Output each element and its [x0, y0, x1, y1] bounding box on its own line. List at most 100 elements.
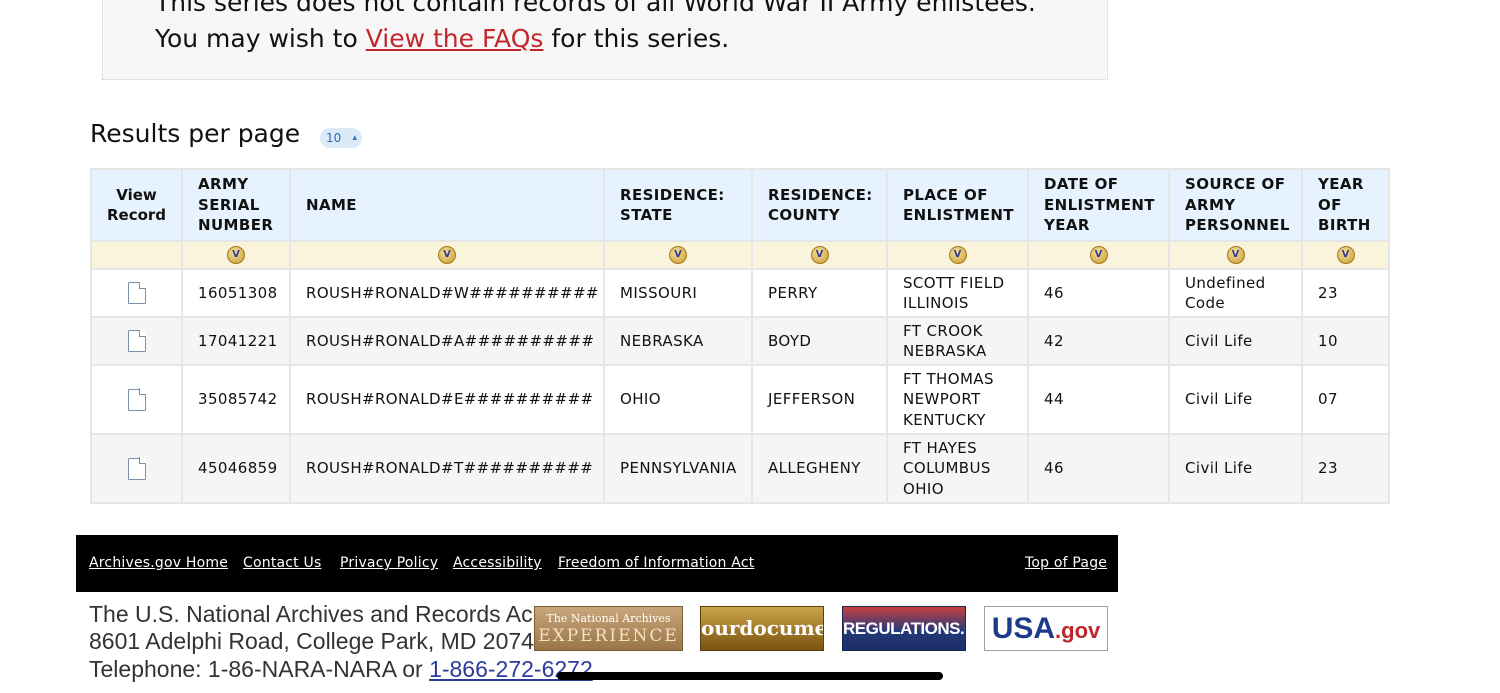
phone-prefix: Telephone: 1-86-NARA-NARA or [89, 656, 430, 682]
header-residence-state: RESIDENCE: STATE [603, 168, 753, 242]
usa-text: USA [991, 612, 1056, 645]
year-cell: 46 [1027, 268, 1170, 318]
results-per-page-select[interactable]: 10 ▴ [320, 128, 362, 148]
place-line: FT THOMAS [903, 369, 994, 388]
view-record-cell [90, 268, 183, 318]
home-indicator-bar [557, 672, 943, 680]
place-cell: SCOTT FIELD ILLINOIS [886, 268, 1029, 318]
year-cell: 44 [1027, 364, 1170, 435]
up-down-chevron-icon: ▴ [352, 133, 357, 143]
county-cell: JEFFERSON [751, 364, 888, 435]
sort-cell [1301, 240, 1390, 270]
sort-cell [1168, 240, 1303, 270]
source-cell: Undefined Code [1168, 268, 1303, 318]
county-cell: ALLEGHENY [751, 433, 888, 504]
address-phone: Telephone: 1-86-NARA-NARA or 1-866-272-6… [89, 656, 593, 683]
sort-cell [886, 240, 1029, 270]
view-record-cell [90, 433, 183, 504]
experience-small-text: The National Archives [546, 612, 671, 625]
name-cell: ROUSH#RONALD#E########## [289, 364, 605, 435]
header-view-record: View Record [90, 168, 183, 242]
document-icon[interactable] [127, 457, 146, 480]
state-cell: PENNSYLVANIA [603, 433, 753, 504]
notice-line-2: You may wish to View the FAQs for this s… [155, 21, 729, 57]
sort-cell-empty [90, 240, 183, 270]
our-documents-badge[interactable]: ourdocuments [700, 606, 824, 651]
source-line: Undefined [1185, 273, 1266, 292]
place-line: KENTUCKY [903, 410, 986, 429]
address-street: 8601 Adelphi Road, College Park, MD 2074 [89, 628, 534, 654]
place-cell: FT HAYES COLUMBUS OHIO [886, 433, 1029, 504]
birth-cell: 23 [1301, 268, 1390, 318]
our-documents-text: ourdocuments [701, 616, 824, 640]
place-line: SCOTT FIELD [903, 273, 1005, 292]
sort-cell [181, 240, 291, 270]
sort-cell [603, 240, 753, 270]
document-icon[interactable] [127, 388, 146, 411]
header-residence-county: RESIDENCE: COUNTY [751, 168, 888, 242]
usa-gov-badge[interactable]: USA.gov [984, 606, 1108, 651]
name-cell: ROUSH#RONALD#T########## [289, 433, 605, 504]
footer-link-accessibility[interactable]: Accessibility [453, 554, 542, 572]
state-cell: OHIO [603, 364, 753, 435]
serial-cell: 17041221 [181, 316, 291, 366]
header-place-of-enlistment: PLACE OF ENLISTMENT [886, 168, 1029, 242]
footer-link-foia[interactable]: Freedom of Information Act [558, 554, 754, 572]
place-line: NEBRASKA [903, 342, 987, 360]
sort-cell [751, 240, 888, 270]
table-row: 45046859 ROUSH#RONALD#T########## PENNSY… [90, 433, 1390, 504]
footer-link-privacy-policy[interactable]: Privacy Policy [340, 554, 438, 572]
serial-cell: 45046859 [181, 433, 291, 504]
sort-birth-icon[interactable] [1336, 246, 1355, 264]
place-line: OHIO [903, 479, 944, 498]
results-table: View Record ARMY SERIAL NUMBER NAME RESI… [90, 168, 1390, 504]
sort-place-icon[interactable] [948, 246, 967, 264]
view-faqs-link[interactable]: View the FAQs [366, 24, 544, 53]
national-archives-experience-badge[interactable]: The National Archives EXPERIENCE [534, 606, 683, 651]
source-line: Code [1185, 294, 1226, 312]
table-row: 35085742 ROUSH#RONALD#E########## OHIO J… [90, 364, 1390, 435]
experience-big-text: EXPERIENCE [538, 626, 679, 646]
sort-name-icon[interactable] [438, 246, 456, 264]
notice-suffix: for this series. [543, 24, 730, 53]
place-line: NEWPORT [903, 390, 981, 409]
sort-state-icon[interactable] [669, 246, 687, 264]
county-cell: BOYD [751, 316, 888, 366]
name-cell: ROUSH#RONALD#A########## [289, 316, 605, 366]
birth-cell: 10 [1301, 316, 1390, 366]
footer-link-archives-home[interactable]: Archives.gov Home [89, 554, 228, 572]
year-cell: 42 [1027, 316, 1170, 366]
results-per-page-label: Results per page [90, 119, 301, 148]
state-cell: NEBRASKA [603, 316, 753, 366]
address-org: The U.S. National Archives and Records A… [89, 601, 533, 627]
place-cell: FT CROOK NEBRASKA [886, 316, 1029, 366]
header-row: View Record ARMY SERIAL NUMBER NAME RESI… [90, 168, 1390, 242]
footer-link-contact-us[interactable]: Contact Us [243, 554, 321, 572]
document-icon[interactable] [127, 281, 146, 305]
sort-county-icon[interactable] [810, 246, 829, 264]
results-per-page-value: 10 [326, 131, 342, 145]
top-of-page-link[interactable]: Top of Page [1025, 554, 1107, 572]
sort-row [90, 240, 1390, 270]
usa-suffix-text: .gov [1055, 618, 1101, 643]
serial-cell: 16051308 [181, 268, 291, 318]
sort-cell [289, 240, 605, 270]
view-record-cell [90, 316, 183, 366]
county-cell: PERRY [751, 268, 888, 318]
header-name: NAME [289, 168, 605, 242]
sort-year-icon[interactable] [1089, 246, 1108, 264]
table-row: 17041221 ROUSH#RONALD#A########## NEBRAS… [90, 316, 1390, 366]
place-line: FT HAYES [903, 438, 978, 457]
table-row: 16051308 ROUSH#RONALD#W########## MISSOU… [90, 268, 1390, 318]
header-year-of-birth: YEAR OF BIRTH [1301, 168, 1390, 242]
birth-cell: 07 [1301, 364, 1390, 435]
header-army-serial-number: ARMY SERIAL NUMBER [181, 168, 291, 242]
sort-serial-icon[interactable] [227, 246, 245, 264]
document-icon[interactable] [127, 329, 146, 353]
place-line: FT CROOK [903, 321, 983, 340]
header-date-of-enlistment-year: DATE OF ENLISTMENT YEAR [1027, 168, 1170, 242]
sort-source-icon[interactable] [1226, 246, 1245, 264]
regulations-gov-badge[interactable]: REGULATIONS.GOV [842, 606, 966, 651]
source-cell: Civil Life [1168, 433, 1303, 504]
source-cell: Civil Life [1168, 316, 1303, 366]
